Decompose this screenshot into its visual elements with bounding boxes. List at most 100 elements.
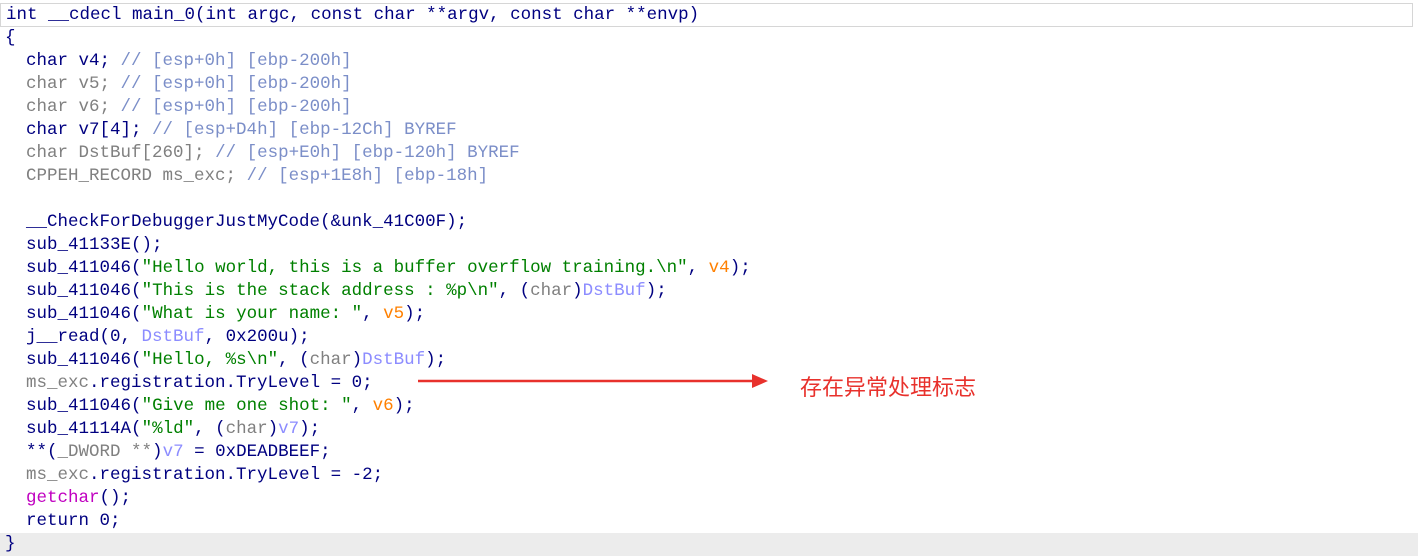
line-end: );: [645, 281, 667, 301]
separator: ,: [362, 304, 384, 324]
call-name[interactable]: sub_41114A: [26, 419, 131, 439]
code-line[interactable]: sub_411046("Give me one shot: ", v6);: [5, 395, 415, 418]
trylevel-line[interactable]: ms_exc.registration.TryLevel = 0;: [5, 372, 373, 395]
code-line[interactable]: sub_411046("Hello, %s\n", (char)DstBuf);: [5, 349, 446, 372]
decl-comment: // [esp+E0h] [ebp-120h] BYREF: [215, 143, 520, 163]
decl-comment: // [esp+0h] [ebp-200h]: [120, 51, 352, 71]
call-name[interactable]: sub_411046: [26, 281, 131, 301]
call-name[interactable]: sub_411046: [26, 304, 131, 324]
variable-ref[interactable]: v7: [278, 419, 299, 439]
call-name[interactable]: __CheckForDebuggerJustMyCode: [26, 212, 320, 232]
variable-ref[interactable]: ms_exc: [26, 373, 89, 393]
separator: , (: [498, 281, 531, 301]
code-line[interactable]: getchar();: [5, 487, 131, 510]
pseudocode-view[interactable]: int __cdecl main_0(int argc, const char …: [0, 0, 1418, 559]
decl-type: CPPEH_RECORD: [26, 166, 153, 186]
return-statement: return 0;: [26, 511, 121, 531]
function-name[interactable]: main_0: [132, 5, 195, 25]
assignment: .registration.TryLevel = 0;: [89, 373, 373, 393]
decl-type: char: [26, 143, 69, 163]
code-line[interactable]: sub_411046("This is the stack address : …: [5, 280, 667, 303]
call-name[interactable]: sub_411046: [26, 396, 131, 416]
code-line[interactable]: **(_DWORD **)v7 = 0xDEADBEEF;: [5, 441, 331, 464]
call-args: ();: [131, 235, 163, 255]
decl-name[interactable]: v7[4];: [68, 120, 152, 140]
assignment: .registration.TryLevel = -2;: [89, 465, 384, 485]
decl-line[interactable]: char v5; // [esp+0h] [ebp-200h]: [5, 73, 352, 96]
variable-ref[interactable]: v4: [709, 258, 730, 278]
cast-type: char: [225, 419, 268, 439]
line-end: );: [393, 396, 415, 416]
call-name[interactable]: getchar: [26, 488, 100, 508]
call-args: (&unk_41C00F);: [320, 212, 468, 232]
variable-ref[interactable]: v5: [383, 304, 404, 324]
variable-ref[interactable]: v7: [163, 442, 184, 462]
line-end: , 0x200u);: [204, 327, 310, 347]
decl-type: char: [26, 97, 69, 117]
decl-name[interactable]: v5;: [68, 74, 121, 94]
cast-type: char: [309, 350, 352, 370]
code-line[interactable]: sub_41133E();: [5, 234, 163, 257]
arrow-head: [752, 374, 768, 388]
annotation-label: 存在异常处理标志: [800, 376, 977, 401]
call-name[interactable]: sub_411046: [26, 350, 131, 370]
separator: , (: [278, 350, 310, 370]
code-line[interactable]: __CheckForDebuggerJustMyCode(&unk_41C00F…: [5, 211, 467, 234]
string-literal: "Give me one shot: ": [141, 396, 352, 416]
close-brace: }: [5, 534, 16, 554]
string-literal: "Hello, %s\n": [141, 350, 279, 370]
open-brace-text: {: [5, 28, 16, 48]
cast-type: char: [530, 281, 573, 301]
open-brace: {: [5, 27, 16, 50]
annotation-arrow: [418, 374, 768, 388]
close-brace-line[interactable]: }: [0, 533, 1418, 556]
separator: ,: [351, 396, 373, 416]
string-literal: "%ld": [141, 419, 195, 439]
deref-prefix: **(: [26, 442, 58, 462]
separator: , (: [194, 419, 226, 439]
decl-comment: // [esp+1E8h] [ebp-18h]: [246, 166, 489, 186]
decl-line[interactable]: CPPEH_RECORD ms_exc; // [esp+1E8h] [ebp-…: [5, 165, 488, 188]
cast-close: ): [572, 281, 583, 301]
code-line[interactable]: sub_411046("Hello world, this is a buffe…: [5, 257, 751, 280]
line-end: );: [299, 419, 321, 439]
function-signature[interactable]: int __cdecl main_0(int argc, const char …: [0, 3, 1413, 27]
cast-close: ): [152, 442, 163, 462]
decl-type: char: [26, 120, 69, 140]
decl-name[interactable]: v6;: [68, 97, 121, 117]
decl-comment: // [esp+0h] [ebp-200h]: [120, 97, 352, 117]
decl-name[interactable]: v4;: [68, 51, 121, 71]
cast-type: _DWORD **: [57, 442, 153, 462]
line-end: );: [729, 258, 751, 278]
variable-ref[interactable]: ms_exc: [26, 465, 89, 485]
separator: ,: [687, 258, 709, 278]
code-line[interactable]: ms_exc.registration.TryLevel = -2;: [5, 464, 383, 487]
decl-line[interactable]: char v4; // [esp+0h] [ebp-200h]: [5, 50, 352, 73]
variable-ref[interactable]: DstBuf: [142, 327, 205, 347]
string-literal: "What is your name: ": [141, 304, 363, 324]
call-name[interactable]: sub_411046: [26, 258, 131, 278]
calling-convention: __cdecl: [37, 5, 133, 25]
variable-ref[interactable]: DstBuf: [362, 350, 425, 370]
code-line[interactable]: return 0;: [5, 510, 121, 533]
return-type: int: [6, 5, 38, 25]
string-literal: "This is the stack address : %p\n": [141, 281, 499, 301]
decl-line[interactable]: char v7[4]; // [esp+D4h] [ebp-12Ch] BYRE…: [5, 119, 457, 142]
variable-ref[interactable]: DstBuf: [583, 281, 646, 301]
decl-type: char: [26, 74, 69, 94]
code-line[interactable]: sub_411046("What is your name: ", v5);: [5, 303, 425, 326]
decl-type: char: [26, 51, 69, 71]
call-name[interactable]: j__read: [26, 327, 100, 347]
string-literal: "Hello world, this is a buffer overflow …: [141, 258, 688, 278]
assignment: = 0xDEADBEEF;: [183, 442, 331, 462]
call-name[interactable]: sub_41133E: [26, 235, 131, 255]
decl-line[interactable]: char v6; // [esp+0h] [ebp-200h]: [5, 96, 352, 119]
code-line[interactable]: j__read(0, DstBuf, 0x200u);: [5, 326, 310, 349]
decl-name[interactable]: ms_exc;: [152, 166, 247, 186]
call-args: ();: [99, 488, 132, 508]
variable-ref[interactable]: v6: [373, 396, 394, 416]
cast-close: ): [267, 419, 279, 439]
decl-name[interactable]: DstBuf[260];: [68, 143, 215, 163]
code-line[interactable]: sub_41114A("%ld", (char)v7);: [5, 418, 320, 441]
decl-line[interactable]: char DstBuf[260]; // [esp+E0h] [ebp-120h…: [5, 142, 520, 165]
